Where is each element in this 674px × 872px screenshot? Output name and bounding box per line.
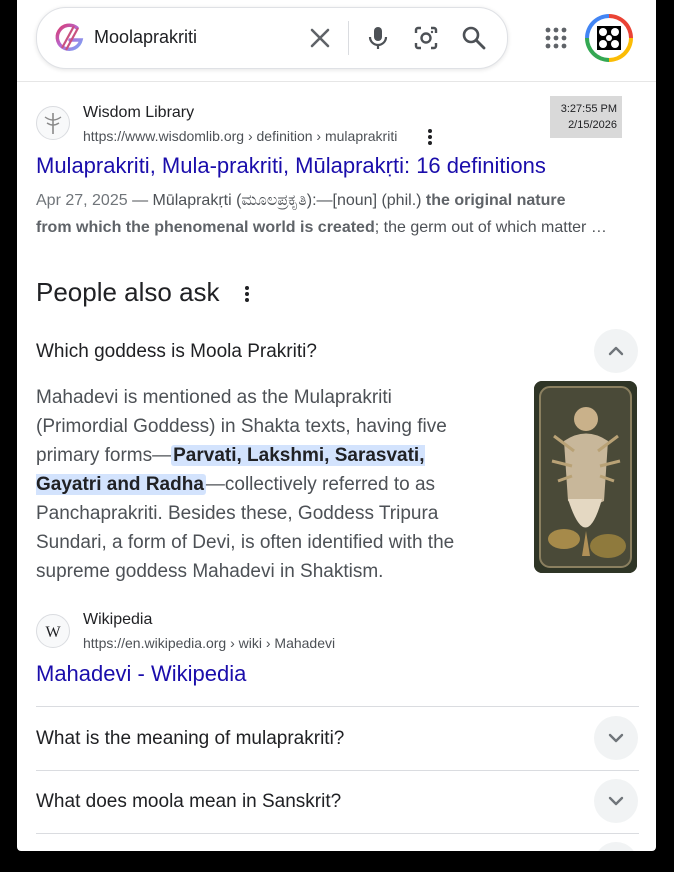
wisdomlib-favicon-icon[interactable]: [36, 106, 70, 140]
snippet-text: — Mūlaprakṛti (ಮೂಲಪ್ರಕೃತಿ):—[noun] (phil…: [127, 192, 426, 209]
apps-grid-icon[interactable]: [544, 26, 568, 50]
search-input[interactable]: Moolaprakriti: [94, 27, 197, 48]
clear-icon[interactable]: [307, 25, 333, 51]
search-box[interactable]: Moolaprakriti: [36, 7, 508, 69]
camera-lens-icon[interactable]: [412, 24, 440, 52]
expand-button[interactable]: [594, 842, 638, 851]
paa-question-1[interactable]: Which goddess is Moola Prakriti?: [36, 341, 317, 363]
account-avatar[interactable]: [585, 14, 633, 62]
result-title-link[interactable]: Mulaprakriti, Mula-prakriti, Mūlaprakṛti…: [36, 153, 546, 179]
source-title-link[interactable]: Mahadevi - Wikipedia: [36, 661, 246, 687]
svg-text:W: W: [45, 624, 61, 641]
chevron-down-icon: [608, 796, 624, 806]
paa-question-2[interactable]: What is the meaning of mulaprakriti?: [36, 728, 344, 750]
chevron-down-icon: [608, 733, 624, 743]
wikipedia-favicon-icon[interactable]: W: [36, 614, 70, 648]
paa-options-icon[interactable]: [239, 284, 255, 304]
paa-question-3[interactable]: What does moola mean in Sanskrit?: [36, 791, 341, 813]
results-page: Moolaprakriti Wisdom Library https://www…: [17, 0, 656, 851]
chevron-up-icon: [608, 346, 624, 356]
result-url[interactable]: https://www.wisdomlib.org › definition ›…: [83, 128, 397, 144]
snippet-bold: the original nature: [425, 192, 566, 209]
divider: [36, 833, 639, 834]
paa-heading: People also ask: [36, 277, 220, 307]
expand-button[interactable]: [594, 716, 638, 760]
paa-answer: Mahadevi is mentioned as the Mulaprakrit…: [36, 383, 486, 586]
goddess-image[interactable]: [534, 381, 637, 573]
snippet-bold-2: from which the phenomenal world is creat…: [36, 219, 375, 236]
snippet-text-2: ; the germ out of which matter …: [374, 219, 607, 236]
clock-overlay: 3:27:55 PM 2/15/2026: [550, 96, 622, 138]
clock-time: 3:27:55 PM: [560, 103, 617, 115]
avatar-pattern-icon: [597, 26, 621, 50]
search-divider: [348, 21, 349, 55]
search-header: Moolaprakriti: [17, 0, 656, 82]
source-url[interactable]: https://en.wikipedia.org › wiki › Mahade…: [83, 635, 335, 651]
search-icon[interactable]: [460, 24, 488, 52]
result-site-name[interactable]: Wisdom Library: [83, 104, 194, 122]
source-site-name[interactable]: Wikipedia: [83, 611, 152, 629]
more-options-icon[interactable]: [422, 127, 438, 147]
result-snippet: Apr 27, 2025 — Mūlaprakṛti (ಮೂಲಪ್ರಕೃತಿ):…: [36, 187, 641, 241]
collapse-button[interactable]: [594, 329, 638, 373]
microphone-icon[interactable]: [365, 24, 391, 52]
expand-button[interactable]: [594, 779, 638, 823]
divider: [36, 770, 639, 771]
clock-date: 2/15/2026: [568, 119, 617, 131]
divider: [36, 706, 639, 707]
result-date: Apr 27, 2025: [36, 192, 128, 209]
google-logo-icon[interactable]: [53, 22, 85, 54]
